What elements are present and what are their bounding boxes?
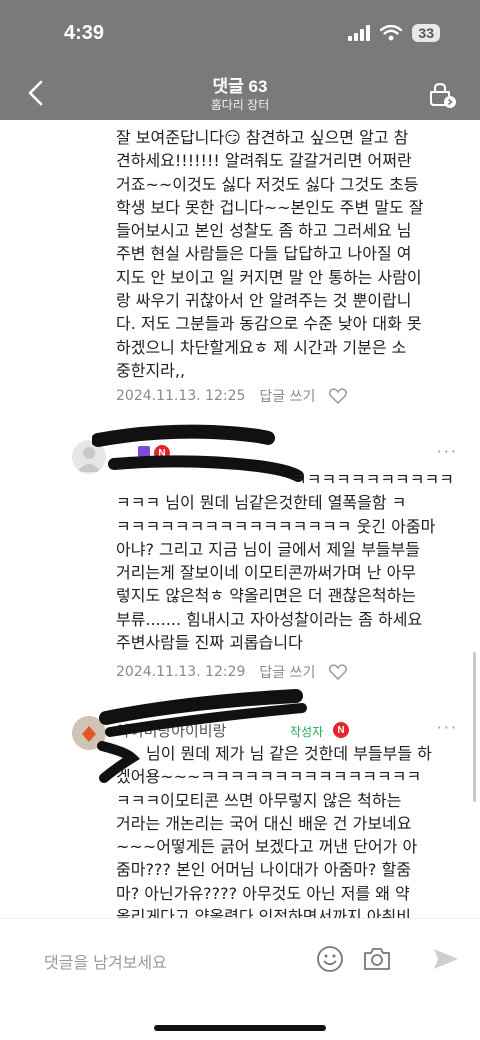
comment-line: 하겠으니 차단할게요ㅎ 제 시간과 기분은 소: [116, 337, 407, 357]
comment-body-1: 잘 보여준답니다😏 참견하고 싶으면 알고 참 견하세요!!!!!!! 알려줘도…: [116, 126, 466, 382]
comment-line: 다. 저도 그분들과 동감으로 수준 낮아 대화 못: [116, 314, 422, 334]
comment-line: 부류....... 힘내시고 자아성찰이라는 좀 하세요: [116, 609, 423, 629]
comment-line: 아냐? 그리고 지금 님이 글에서 제일 부들부들: [116, 539, 420, 559]
comment-line: ㅋㅋㅋ이모티콘 쓰면 아무렇지 않은 척하는: [116, 790, 402, 810]
page-title: 댓글 63: [212, 77, 268, 96]
comment-line: 님이 뭔데 제가 님 같은 것한데 부들부들 하: [146, 744, 432, 763]
comment-line: 거리는게 잘보이네 이모티콘까써가며 난 아무: [116, 563, 417, 583]
comment-line: ㅋㅋㅋ 님이 뭔데 님같은것한테 열폭을함 ㅋ: [116, 493, 407, 513]
naver-badge-icon: N: [333, 722, 349, 738]
comment-line: 랑 싸우기 귀찮아서 안 알려주는 것 뿐이랍니: [116, 291, 412, 311]
comment-line: 학생 보다 못한 겁니다~~본인도 주변 말도 잘: [116, 197, 424, 217]
more-options-icon[interactable]: ···: [437, 442, 458, 461]
cellular-signal-icon: [348, 25, 371, 41]
comment-line: 렇지도 않은척ㅎ 약올리면은 더 괜찮은척하는: [116, 586, 417, 606]
comment-input-bar: 댓글을 남겨보세요: [0, 918, 480, 1040]
comment-meta-2: 2024.11.13. 12:29 답글 쓰기: [116, 662, 348, 682]
comment-body-3: 님이 뭔데 제가 님 같은 것한데 부들부들 하 겠어용~~~ㅋㅋㅋㅋㅋㅋㅋㅋㅋ…: [116, 742, 466, 918]
status-bar: 4:39 33: [0, 0, 480, 68]
comment-line: ㅋㅋㅋㅋㅋㅋㅋㅋㅋㅋㅋㅋㅋㅋㅋㅋ 웃긴 아줌마: [116, 516, 436, 536]
home-indicator: [154, 1025, 326, 1031]
comment-line: ~~~어떻게든 긁어 보겠다고 꺼낸 단어가 아: [116, 837, 418, 857]
writer-tag: 작성자: [290, 725, 324, 739]
comment-line: 견하세요!!!!!!! 알려줘도 갈갈거리면 어쩌란: [116, 151, 412, 171]
comment-line: ㅋㅋㅋㅋㅋㅋㅋㅋㅋㅋㅋ: [292, 470, 454, 489]
comment-line: 줌마??? 본인 어머님 나이대가 아줌마? 할줌: [116, 860, 411, 880]
scrollbar[interactable]: [473, 652, 476, 802]
reply-button[interactable]: 답글 쓰기: [259, 662, 315, 682]
reply-button[interactable]: 답글 쓰기: [259, 386, 315, 406]
heart-icon[interactable]: [329, 388, 348, 404]
comment-meta-1: 2024.11.13. 12:25 답글 쓰기: [116, 386, 348, 406]
cafe-name: 홈다리 장터: [210, 98, 270, 112]
status-icons: 33: [348, 24, 440, 42]
app-header: 댓글 63 홈다리 장터: [0, 68, 480, 120]
cafe-home-icon[interactable]: [424, 78, 458, 110]
comment-date: 2024.11.13. 12:29: [116, 664, 246, 680]
comment-line: 겠어용~~~ㅋㅋㅋㅋㅋㅋㅋㅋㅋㅋㅋㅋㅋㅋㅋ: [116, 767, 422, 787]
comment-line: 마? 아닌가유???? 아무것도 아닌 저를 왜 약: [116, 883, 410, 903]
comment-line: 거라는 개논리는 국어 대신 배운 건 가보네요: [116, 813, 412, 833]
comment-line: 올리게다고 약올렸다 인정하면서까지 아취비: [116, 907, 411, 918]
comment-line: 중한지라,,: [116, 360, 186, 380]
send-icon[interactable]: [432, 947, 460, 971]
wifi-icon: [380, 25, 403, 41]
comment-line: 주변사람들 진짜 괴롭습니다: [116, 633, 303, 653]
heart-icon[interactable]: [329, 664, 348, 680]
comment-line: 잘 보여준답니다😏 참견하고 싶으면 알고 참: [116, 128, 409, 147]
comment-line: 거죠~~이것도 싫다 저것도 싫다 그것도 초등: [116, 174, 419, 194]
comment-list: 잘 보여준답니다😏 참견하고 싶으면 알고 참 견하세요!!!!!!! 알려줘도…: [0, 120, 480, 918]
emoji-icon[interactable]: [316, 945, 344, 973]
comment-line: 지도 안 보이고 일 커지면 말 안 통하는 사람이: [116, 267, 422, 287]
comment-input[interactable]: 댓글을 남겨보세요: [44, 949, 167, 973]
status-time: 4:39: [64, 22, 105, 44]
battery-icon: 33: [412, 24, 440, 42]
camera-icon[interactable]: [362, 945, 392, 973]
comment-body-2: ㅋㅋㅋㅋㅋㅋㅋㅋㅋㅋㅋ ㅋㅋㅋ 님이 뭔데 님같은것한테 열폭을함 ㅋ ㅋㅋㅋㅋ…: [116, 468, 466, 654]
comment-line: 들어보시고 본인 성찰도 좀 하고 그러세요 님: [116, 221, 412, 241]
more-options-icon[interactable]: ···: [437, 718, 458, 737]
comment-date: 2024.11.13. 12:25: [116, 388, 246, 404]
comment-line: 주변 현실 사람들은 다들 답답하고 나아질 여: [116, 244, 412, 264]
